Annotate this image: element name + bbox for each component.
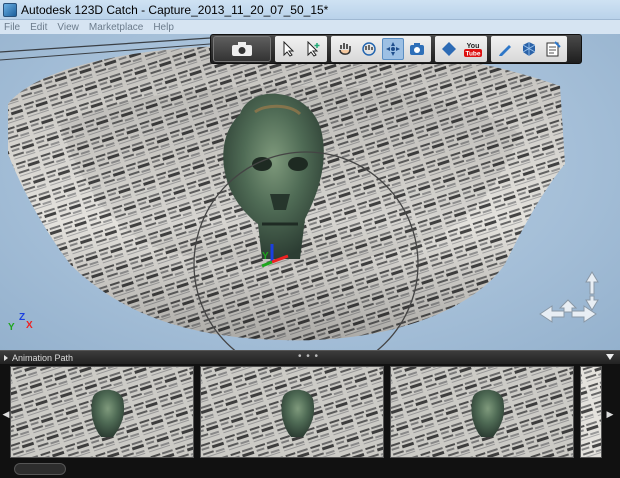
menu-edit[interactable]: Edit bbox=[30, 22, 47, 33]
thumbnail-frame-2[interactable] bbox=[200, 366, 384, 458]
filmstrip-prev-button[interactable]: ◀ bbox=[2, 404, 10, 424]
mesh-model[interactable] bbox=[0, 34, 620, 350]
menu-marketplace[interactable]: Marketplace bbox=[89, 22, 143, 33]
filmstrip-next-button[interactable]: ▶ bbox=[606, 404, 614, 424]
gizmo-y-label: Y bbox=[262, 251, 269, 262]
camera-view-button[interactable] bbox=[406, 38, 428, 60]
3d-viewport[interactable]: Y Z Y X You Tube bbox=[0, 34, 620, 350]
menu-help[interactable]: Help bbox=[153, 22, 174, 33]
capture-button[interactable] bbox=[213, 36, 271, 62]
export-button[interactable] bbox=[518, 38, 540, 60]
panel-title: Animation Path bbox=[12, 352, 74, 363]
youtube-button[interactable]: You Tube bbox=[462, 38, 484, 60]
export-icon bbox=[522, 42, 536, 56]
svg-text:You: You bbox=[467, 43, 480, 50]
panel-dropdown-icon[interactable] bbox=[606, 354, 614, 360]
select-arrow-icon bbox=[283, 41, 295, 57]
thumbnail-frame-3[interactable] bbox=[390, 366, 574, 458]
panel-expand-icon[interactable] bbox=[4, 354, 8, 361]
panel-grip[interactable]: • • • bbox=[298, 351, 319, 363]
orbit-button[interactable] bbox=[382, 38, 404, 60]
view-tools: You Tube bbox=[435, 36, 487, 62]
add-select-icon bbox=[307, 41, 320, 57]
axis-z-label: Z bbox=[19, 312, 26, 323]
animation-filmstrip: ◀ ▶ bbox=[0, 364, 620, 478]
select-tools bbox=[275, 36, 327, 62]
title-bar: Autodesk 123D Catch - Capture_2013_11_20… bbox=[0, 0, 620, 20]
orbit-icon bbox=[386, 42, 400, 56]
frame-preview bbox=[11, 367, 193, 457]
frame-preview bbox=[201, 367, 383, 457]
frame-preview bbox=[391, 367, 573, 457]
flat-view-button[interactable] bbox=[438, 38, 460, 60]
axis-x-label: X bbox=[26, 320, 33, 331]
svg-text:Tube: Tube bbox=[465, 51, 480, 58]
thumbnail-frame-1[interactable] bbox=[10, 366, 194, 458]
youtube-icon: You Tube bbox=[464, 43, 482, 58]
menu-file[interactable]: File bbox=[4, 22, 20, 33]
navigate-tools bbox=[331, 36, 431, 62]
frame-preview bbox=[581, 367, 601, 457]
add-select-button[interactable] bbox=[302, 38, 324, 60]
notes-icon bbox=[546, 41, 561, 57]
select-button[interactable] bbox=[278, 38, 300, 60]
animation-panel-header[interactable]: Animation Path • • • bbox=[0, 350, 620, 364]
camera-view-icon bbox=[410, 43, 424, 55]
filmstrip-scroll-handle[interactable] bbox=[14, 463, 66, 475]
window-title: Autodesk 123D Catch - Capture_2013_11_20… bbox=[21, 2, 329, 17]
flat-view-icon bbox=[442, 42, 456, 56]
navigation-arrows-icon[interactable] bbox=[536, 270, 602, 326]
menu-bar: File Edit View Marketplace Help bbox=[0, 20, 620, 34]
app-icon bbox=[3, 2, 17, 17]
axis-triad: Z Y X bbox=[8, 312, 38, 336]
pan-orbit-button[interactable] bbox=[358, 38, 380, 60]
pan-button[interactable] bbox=[334, 38, 356, 60]
axis-y-label: Y bbox=[8, 322, 15, 333]
thumbnail-frame-4[interactable] bbox=[580, 366, 602, 458]
edit-tools bbox=[491, 36, 567, 62]
edit-button[interactable] bbox=[494, 38, 516, 60]
pan-orbit-icon bbox=[362, 42, 376, 56]
pan-hand-icon bbox=[339, 43, 351, 55]
camera-icon bbox=[232, 42, 252, 56]
menu-view[interactable]: View bbox=[57, 22, 79, 33]
main-toolbar: You Tube bbox=[210, 34, 582, 64]
notes-button[interactable] bbox=[542, 38, 564, 60]
edit-pen-icon bbox=[499, 45, 511, 56]
